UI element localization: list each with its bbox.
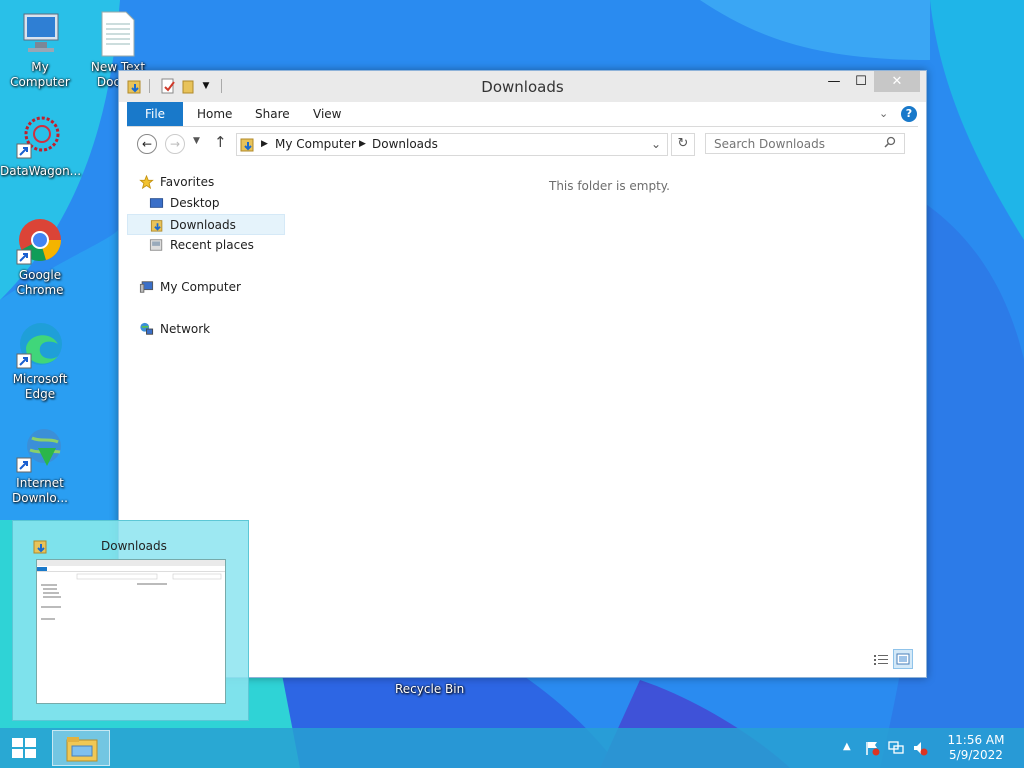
show-hidden-icons-chevron-icon[interactable]: ▲ [843,741,851,752]
thumbnail-title: Downloads [101,539,167,553]
internet-download-manager-icon [16,426,64,474]
desktop-icon-microsoft-edge[interactable]: Microsoft Edge [0,322,80,402]
nav-item-label: Desktop [170,196,220,210]
clock-time: 11:56 AM [947,733,1005,747]
window-titlebar[interactable]: ▼ Downloads — ☐ ✕ [119,71,926,102]
recent-places-icon [149,239,163,251]
address-bar[interactable]: ▶ My Computer ▶ Downloads ⌄ [236,133,668,156]
desktop-icon-internet-download-manager[interactable]: Internet Downlo... [0,426,80,506]
nav-item-downloads[interactable]: Downloads [127,214,285,235]
taskbar-file-explorer-button[interactable] [52,730,110,766]
up-button[interactable]: ↑ [214,133,227,151]
breadcrumb-downloads[interactable]: Downloads [372,137,438,151]
nav-item-recent-places[interactable]: Recent places [127,235,285,256]
desktop-icon-my-computer[interactable]: My Computer [0,10,80,90]
nav-item-label: Recent places [170,238,254,252]
folder-download-icon [33,540,47,554]
tab-view[interactable]: View [313,102,341,126]
forward-button[interactable]: → [165,134,185,154]
desktop-icon [149,198,164,208]
nav-item-label: Downloads [170,218,236,232]
breadcrumb-separator-icon: ▶ [261,139,268,149]
recent-locations-chevron-icon[interactable]: ▼ [193,136,200,146]
thumbnail-window-image [36,559,226,704]
recycle-bin-label[interactable]: Recycle Bin [395,682,464,696]
search-icon [884,136,896,148]
refresh-button[interactable]: ↻ [671,133,695,156]
address-row: ← → ▼ ↑ ▶ My Computer ▶ Downloads ⌄ ↻ [127,131,918,157]
computer-icon [139,281,154,293]
nav-my-computer[interactable]: My Computer [127,277,285,298]
nav-favorites-label: Favorites [160,175,215,189]
breadcrumb-separator-icon: ▶ [359,139,366,149]
taskbar-thumbnail-preview[interactable]: Downloads [12,520,249,721]
file-explorer-icon [66,737,98,762]
desktop-icon-label: Microsoft Edge [12,372,68,401]
datawagon-icon [16,114,64,162]
edge-icon [16,322,64,370]
taskbar: ▲ 11:56 AM 5/9/2022 [0,728,1024,768]
nav-my-computer-label: My Computer [160,280,241,294]
desktop-icon-datawagon[interactable]: DataWagon... [0,114,82,179]
large-icons-view-button[interactable] [893,649,913,669]
desktop-icon-google-chrome[interactable]: Google Chrome [0,218,80,298]
close-button[interactable]: ✕ [874,71,920,92]
tab-home[interactable]: Home [197,102,232,126]
search-input[interactable] [705,133,905,154]
windows-logo-icon [12,738,36,758]
tab-share[interactable]: Share [255,102,290,126]
ribbon-expand-chevron-icon[interactable]: ⌄ [879,102,888,126]
window-title: Downloads [481,78,564,96]
desktop-icon-label: Internet Downlo... [12,476,68,505]
tab-file[interactable]: File [127,102,183,126]
star-icon [139,175,154,189]
system-clock[interactable]: 11:56 AM 5/9/2022 [934,733,1018,763]
network-icon [140,322,154,335]
address-history-chevron-icon[interactable]: ⌄ [651,137,661,151]
start-button[interactable] [10,736,38,760]
action-center-flag-icon[interactable] [864,740,880,756]
desktop-icon-label: DataWagon... [0,164,82,178]
empty-folder-message: This folder is empty. [549,179,670,193]
chrome-icon [16,218,64,266]
details-view-button[interactable] [872,651,890,669]
nav-item-desktop[interactable]: Desktop [127,193,285,214]
breadcrumb-my-computer[interactable]: My Computer [275,137,356,151]
volume-muted-icon[interactable] [912,740,928,756]
nav-network[interactable]: Network [127,319,285,340]
desktop-icon-label: My Computer [10,60,70,89]
network-status-icon[interactable] [888,740,904,756]
help-icon[interactable]: ? [901,106,917,122]
clock-date: 5/9/2022 [949,748,1003,762]
text-document-icon [94,10,142,58]
folder-download-icon [150,220,163,232]
back-button[interactable]: ← [137,134,157,154]
desktop-icon-label: Google Chrome [16,268,64,297]
folder-download-icon [240,138,254,152]
ribbon-tabs: File Home Share View ⌄ ? [127,102,918,127]
computer-icon [16,10,64,58]
nav-favorites[interactable]: Favorites [127,172,285,193]
nav-network-label: Network [160,322,211,336]
maximize-button[interactable]: ☐ [846,71,876,92]
minimize-button[interactable]: — [819,71,849,92]
